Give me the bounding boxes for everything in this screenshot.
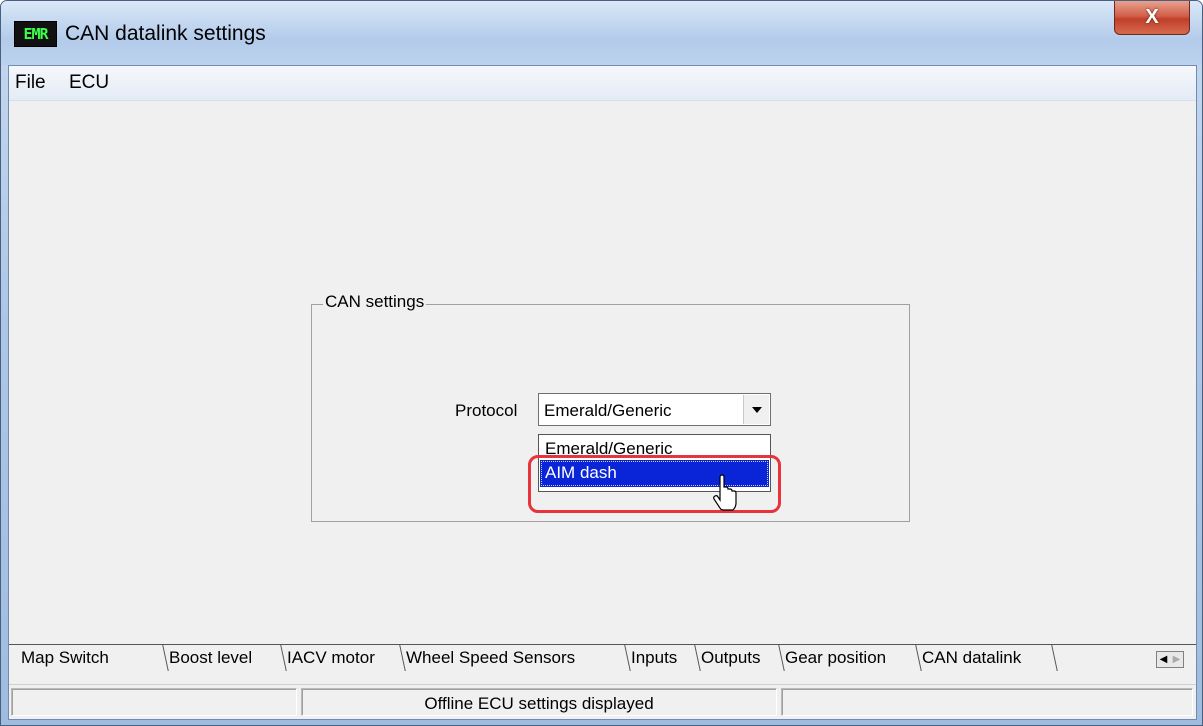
emr-app-icon: EMR (14, 21, 57, 47)
app-window: EMR CAN datalink settings X File ECU CAN… (0, 0, 1203, 726)
can-settings-group-label: CAN settings (323, 292, 427, 312)
client-area: File ECU CAN settings Protocol Emerald/G… (8, 65, 1197, 720)
tab-label: CAN datalink (922, 648, 1022, 667)
scroll-right-icon[interactable]: ▶ (1170, 652, 1183, 667)
title-bar[interactable]: EMR CAN datalink settings X (1, 1, 1202, 65)
close-button[interactable]: X (1114, 1, 1190, 35)
tab-outputs[interactable]: Outputs (698, 645, 785, 671)
tab-iacv-motor[interactable]: IACV motor (284, 645, 406, 671)
tab-label: Wheel Speed Sensors (406, 648, 576, 667)
status-bar: Offline ECU settings displayed (9, 684, 1196, 719)
protocol-selected-value: Emerald/Generic (544, 401, 672, 420)
chevron-down-icon (751, 406, 762, 413)
protocol-combobox[interactable]: Emerald/Generic (538, 393, 771, 426)
tab-label: Gear position (785, 648, 887, 667)
window-title: CAN datalink settings (65, 22, 266, 45)
tab-scroll-buttons: ◀ ▶ (1156, 651, 1184, 668)
status-panel-right (781, 688, 1193, 716)
tab-gear-position[interactable]: Gear position (782, 645, 922, 671)
menu-file[interactable]: File (13, 72, 48, 94)
menu-bar: File ECU (9, 66, 1196, 101)
tab-label: Outputs (701, 648, 761, 667)
tab-label: Map Switch (21, 648, 109, 667)
tab-wheel-speed-sensors[interactable]: Wheel Speed Sensors (403, 645, 631, 671)
protocol-label: Protocol (455, 401, 518, 420)
annotation-highlight (528, 455, 781, 513)
tab-inputs[interactable]: Inputs (628, 645, 701, 671)
tab-label: IACV motor (287, 648, 375, 667)
status-message: Offline ECU settings displayed (301, 688, 777, 716)
tab-can-datalink[interactable]: CAN datalink (919, 645, 1058, 671)
tab-label: Boost level (169, 648, 253, 667)
menu-ecu[interactable]: ECU (67, 72, 111, 94)
tab-map-switch[interactable]: Map Switch (18, 645, 169, 671)
dropdown-arrow-button[interactable] (743, 395, 769, 424)
scroll-left-icon[interactable]: ◀ (1157, 652, 1170, 667)
tab-label: Inputs (631, 648, 678, 667)
tab-boost-level[interactable]: Boost level (166, 645, 287, 671)
status-panel-left (11, 688, 297, 716)
mouse-pointer-icon (713, 474, 737, 511)
tab-strip: Map Switch Boost level IACV motor Wheel … (9, 644, 1196, 674)
